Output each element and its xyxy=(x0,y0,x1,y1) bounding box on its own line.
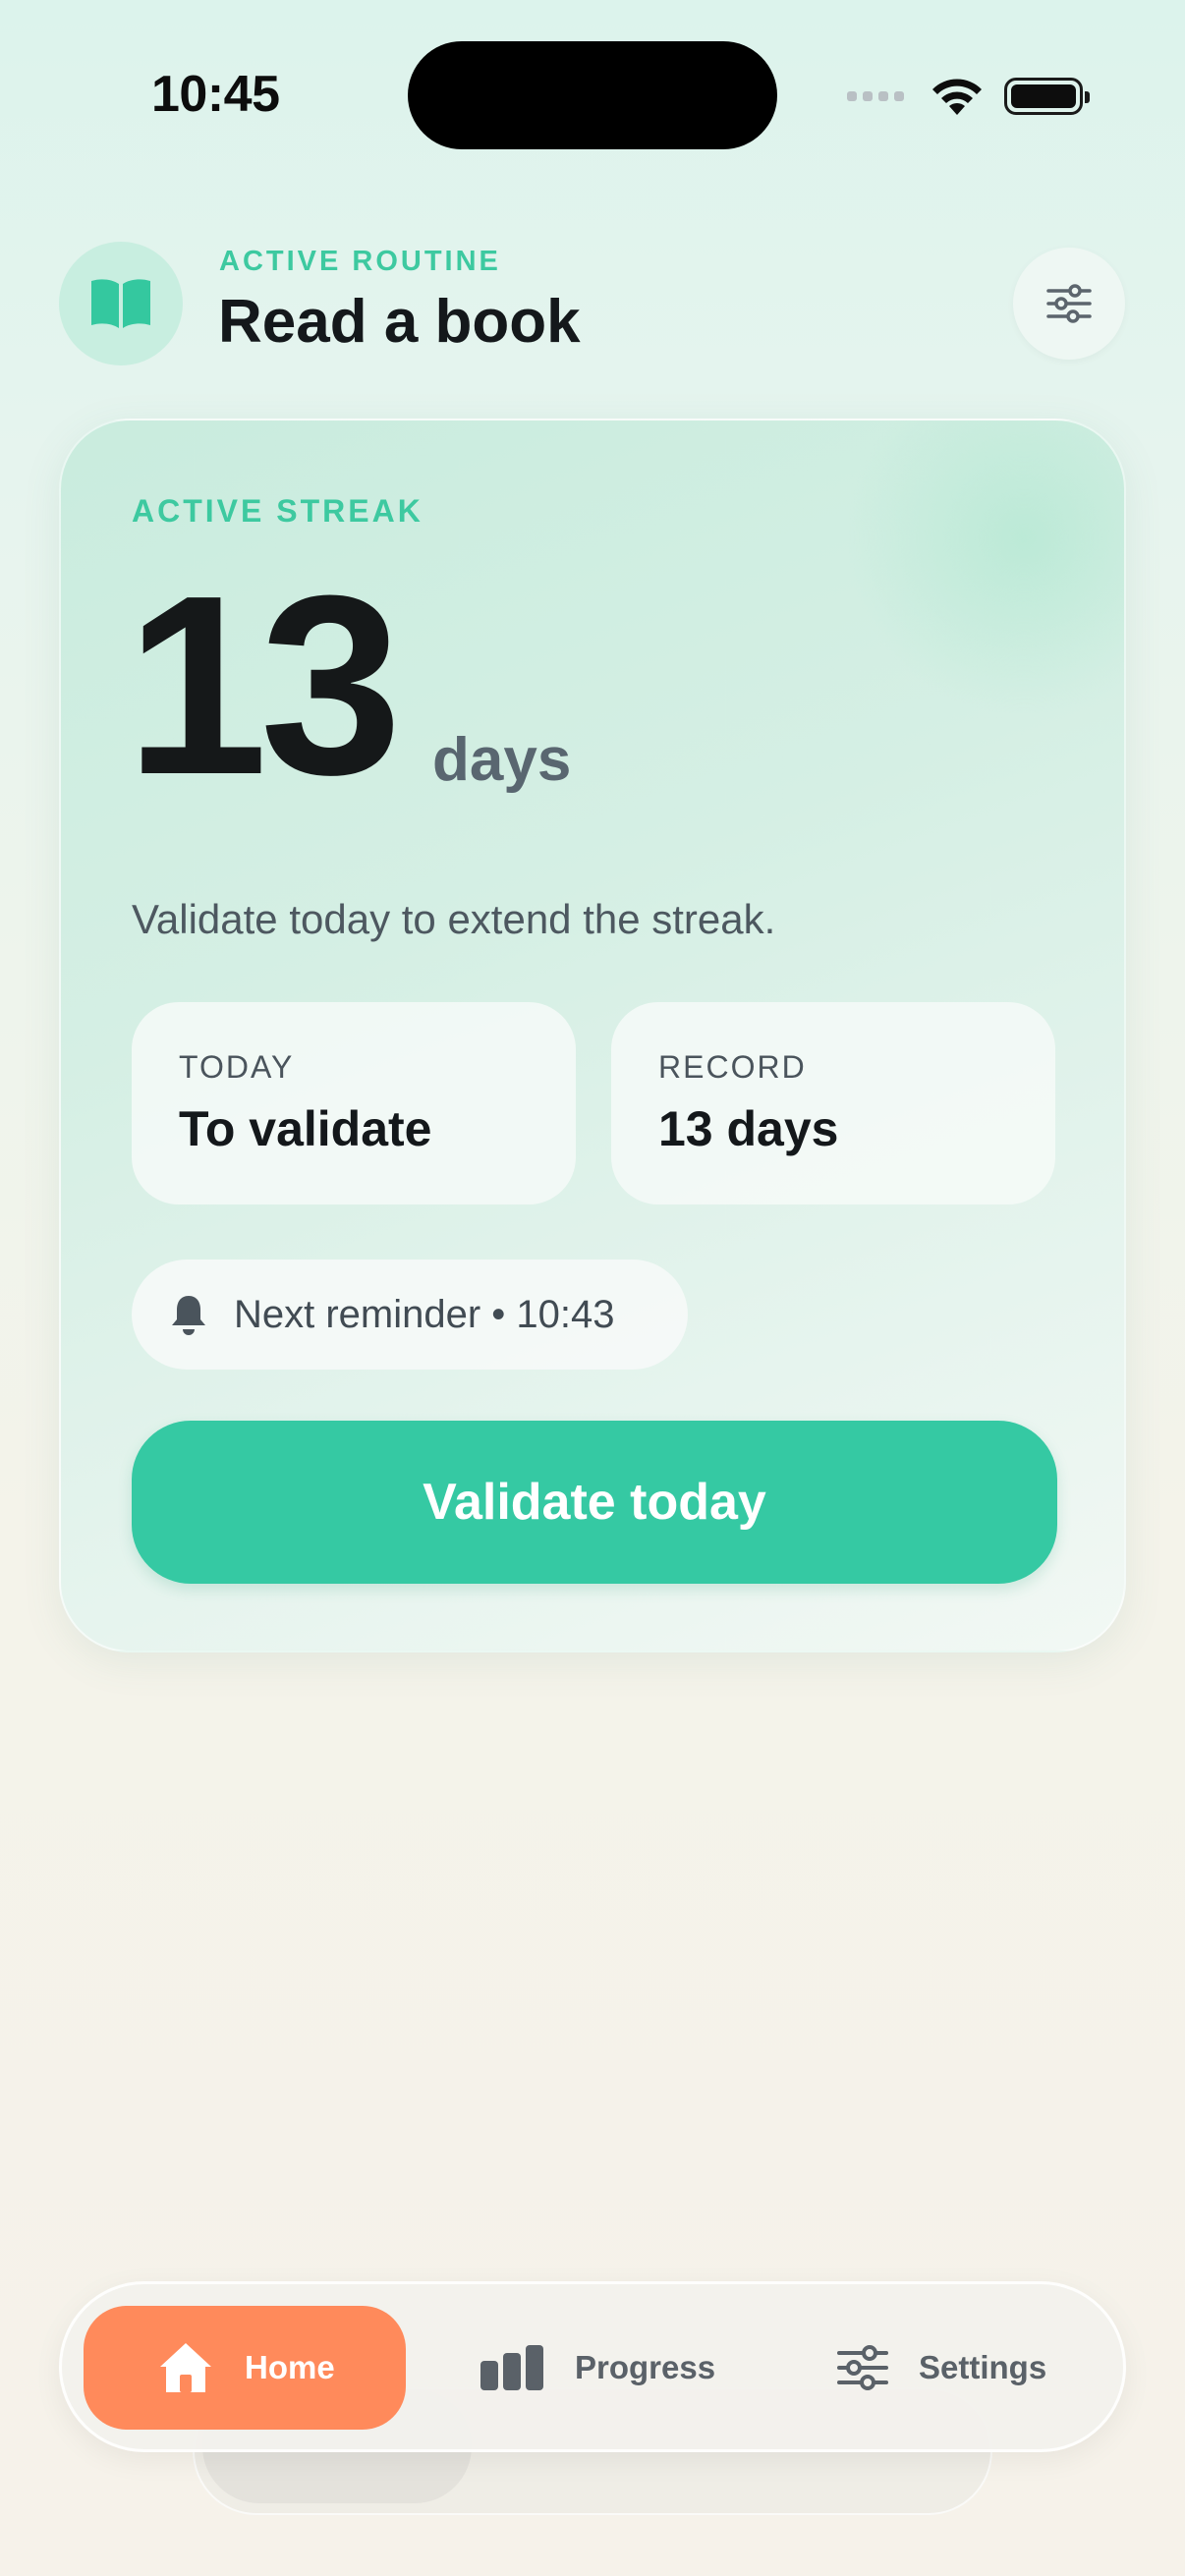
home-icon xyxy=(160,2343,211,2392)
routine-title: Read a book xyxy=(218,288,581,356)
bell-icon xyxy=(172,1296,205,1335)
streak-subtitle: Validate today to extend the streak. xyxy=(132,896,776,942)
cellular-signal-icon xyxy=(847,91,904,101)
reminder-text: Next reminder • 10:43 xyxy=(234,1292,615,1336)
tab-bar: Home Progress Settings xyxy=(59,2281,1126,2452)
routine-kicker: ACTIVE ROUTINE xyxy=(219,246,501,277)
sliders-icon xyxy=(1046,284,1092,323)
streak-kicker: ACTIVE STREAK xyxy=(132,493,423,529)
bar-chart-icon xyxy=(480,2345,543,2390)
tab-settings[interactable]: Settings xyxy=(836,2306,1046,2430)
tab-settings-label: Settings xyxy=(919,2349,1047,2385)
tab-home[interactable]: Home xyxy=(84,2306,406,2430)
reminder-chip[interactable]: Next reminder • 10:43 xyxy=(132,1260,688,1370)
record-label: RECORD xyxy=(658,1049,807,1085)
today-status-tile: TODAY To validate xyxy=(132,1002,576,1204)
today-value: To validate xyxy=(179,1101,432,1156)
validate-today-button[interactable]: Validate today xyxy=(132,1421,1057,1584)
wifi-icon xyxy=(932,79,982,115)
dynamic-island xyxy=(408,41,777,149)
open-book-icon xyxy=(59,242,183,365)
tab-home-label: Home xyxy=(245,2349,335,2385)
streak-unit: days xyxy=(432,726,572,794)
status-indicators xyxy=(847,73,1090,120)
streak-card: ACTIVE STREAK 13 days Validate today to … xyxy=(59,419,1126,1652)
battery-icon xyxy=(1004,78,1090,115)
tab-progress-label: Progress xyxy=(575,2349,716,2385)
today-label: TODAY xyxy=(179,1049,295,1085)
sliders-icon xyxy=(837,2345,888,2390)
record-value: 13 days xyxy=(658,1101,839,1156)
status-time: 10:45 xyxy=(151,66,280,123)
routine-settings-button[interactable] xyxy=(1013,248,1125,360)
streak-count: 13 xyxy=(126,543,402,828)
tab-progress[interactable]: Progress xyxy=(479,2306,715,2430)
record-tile: RECORD 13 days xyxy=(611,1002,1055,1204)
